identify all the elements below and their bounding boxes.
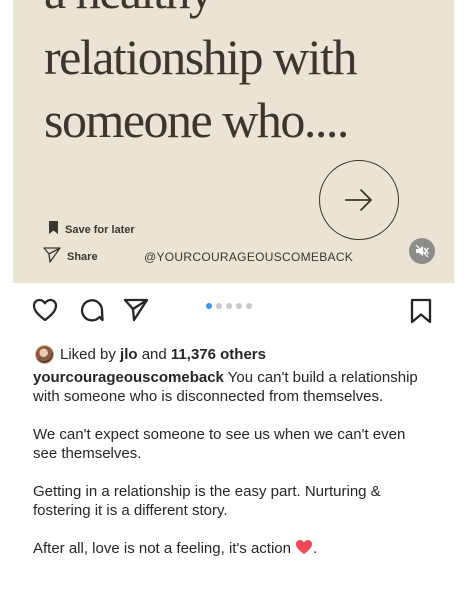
caption-paragraph: Getting in a relationship is the easy pa… — [33, 483, 381, 519]
headline-line: someone who.... — [44, 92, 349, 148]
likes-summary[interactable]: Liked by jlo and 11,376 others — [35, 343, 266, 365]
share-link[interactable]: Share — [43, 246, 98, 268]
save-for-later[interactable]: Save for later — [48, 221, 135, 239]
carousel-dot — [236, 303, 242, 309]
next-arrow-button[interactable] — [319, 160, 399, 240]
save-label: Save for later — [65, 224, 135, 236]
headline-line: relationship with — [44, 29, 357, 85]
mute-button[interactable] — [409, 238, 435, 264]
avatar[interactable] — [35, 344, 54, 364]
carousel-dot — [216, 303, 222, 309]
account-handle: @YOURCOURAGEOUSCOMEBACK — [144, 250, 354, 264]
comment-icon[interactable] — [78, 298, 104, 327]
likes-prefix: Liked by — [60, 345, 116, 363]
caption-paragraph: After all, love is not a feeling, it's a… — [33, 540, 296, 557]
share-icon[interactable] — [123, 298, 149, 327]
paper-plane-icon — [43, 246, 61, 268]
carousel-dot — [226, 303, 232, 309]
share-label: Share — [67, 251, 98, 263]
liked-by-user[interactable]: jlo — [120, 346, 138, 363]
carousel-dot — [246, 303, 252, 309]
post-action-bar — [0, 288, 468, 332]
likes-count[interactable]: 11,376 others — [171, 346, 266, 363]
bookmark-icon — [48, 221, 59, 239]
post-image[interactable]: a healthy relationship with someone who.… — [13, 0, 454, 283]
headline-line: a healthy — [44, 0, 214, 16]
bookmark-save-icon[interactable] — [410, 298, 432, 329]
red-heart-emoji-icon — [295, 539, 313, 555]
likes-and: and — [141, 345, 167, 363]
carousel-dot-active — [206, 303, 212, 309]
caption-paragraph: We can't expect someone to see us when w… — [33, 426, 406, 462]
heart-icon[interactable] — [32, 298, 58, 327]
carousel-indicator — [206, 303, 252, 309]
post-caption: yourcourageouscomeback You can't build a… — [33, 368, 433, 577]
caption-username[interactable]: yourcourageouscomeback — [33, 369, 224, 386]
caption-period: . — [313, 540, 318, 557]
